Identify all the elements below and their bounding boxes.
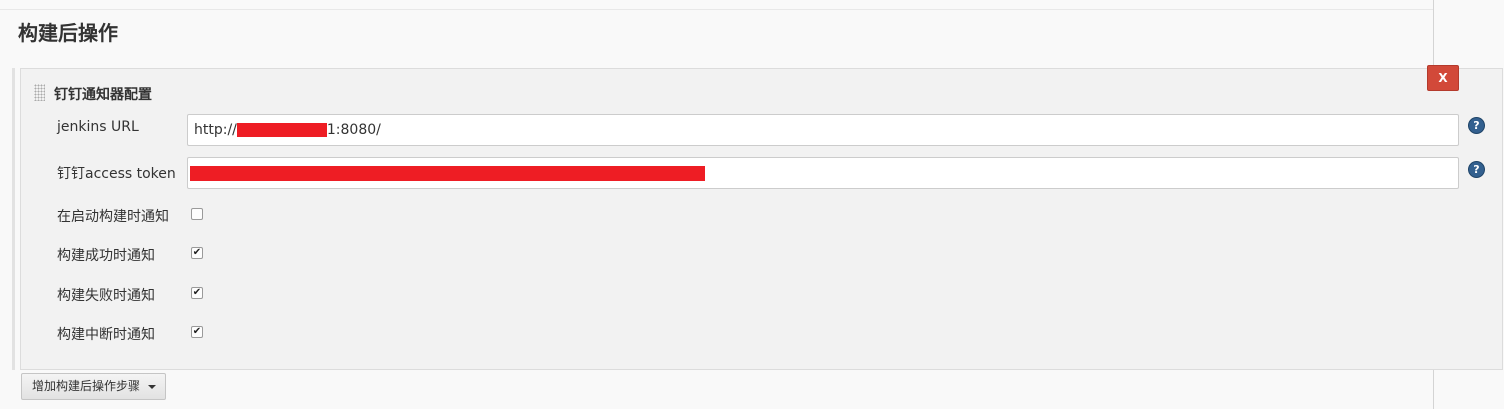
- notify-on-abort-label: 构建中断时通知: [57, 327, 155, 343]
- checkmark-icon: ✔: [192, 287, 202, 298]
- checkmark-icon: ✔: [192, 326, 202, 337]
- delete-step-button[interactable]: X: [1427, 65, 1459, 91]
- notify-on-failure-label: 构建失败时通知: [57, 288, 155, 304]
- add-post-build-step-label: 增加构建后操作步骤: [32, 379, 141, 393]
- section-left-bar: [12, 68, 15, 370]
- redacted-token: [190, 165, 705, 181]
- jenkins-url-label: jenkins URL: [57, 119, 139, 135]
- redacted-host: [236, 123, 327, 137]
- jenkins-url-prefix: http://: [194, 122, 237, 138]
- access-token-input[interactable]: [187, 157, 1459, 189]
- notify-on-abort-checkbox[interactable]: ✔: [191, 326, 203, 338]
- notify-on-start-label: 在启动构建时通知: [57, 209, 169, 225]
- access-token-label: 钉钉access token: [57, 166, 176, 182]
- checkmark-icon: ✔: [192, 247, 202, 258]
- notify-on-success-checkbox[interactable]: ✔: [191, 247, 203, 259]
- panel-title: 钉钉通知器配置: [54, 87, 152, 103]
- jenkins-url-suffix: 1:8080/: [326, 122, 381, 138]
- help-icon[interactable]: ?: [1469, 118, 1484, 133]
- top-divider: [0, 9, 1434, 10]
- jenkins-url-input[interactable]: http:// 1:8080/: [187, 114, 1459, 146]
- notify-on-failure-checkbox[interactable]: ✔: [191, 287, 203, 299]
- notify-on-start-checkbox[interactable]: [191, 208, 203, 220]
- section-title: 构建后操作: [18, 21, 118, 45]
- notify-on-success-label: 构建成功时通知: [57, 248, 155, 264]
- caret-down-icon: [148, 385, 156, 389]
- drag-handle-icon[interactable]: [34, 84, 45, 101]
- help-icon[interactable]: ?: [1469, 162, 1484, 177]
- add-post-build-step-button[interactable]: 增加构建后操作步骤: [21, 373, 166, 400]
